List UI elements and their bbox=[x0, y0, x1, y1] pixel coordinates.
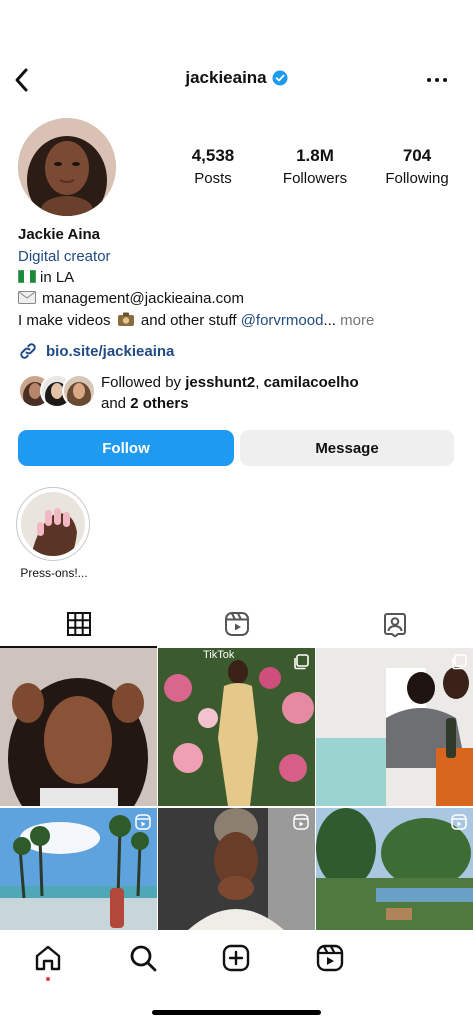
camera-emoji-icon bbox=[117, 312, 134, 326]
posts-grid: TikTok bbox=[0, 648, 473, 930]
link-icon bbox=[20, 343, 36, 359]
post-4-image bbox=[0, 808, 157, 930]
followers-label: Followers bbox=[282, 170, 348, 187]
grid-post-2[interactable]: TikTok bbox=[158, 648, 315, 806]
bio-more-link[interactable]: more bbox=[340, 312, 374, 329]
bio-email: management@jackieaina.com bbox=[18, 290, 244, 307]
carousel-icon bbox=[294, 654, 309, 670]
tab-tagged[interactable] bbox=[316, 602, 473, 646]
location-text: in LA bbox=[40, 269, 75, 286]
grid-post-6[interactable] bbox=[316, 808, 473, 930]
bio-ellipsis: ... bbox=[323, 312, 336, 329]
profile-username-header: jackieaina bbox=[0, 68, 473, 88]
followed-by-sep: , bbox=[255, 374, 264, 391]
reel-icon bbox=[135, 814, 151, 830]
tiktok-overlay-text: TikTok bbox=[203, 649, 235, 661]
home-icon[interactable] bbox=[32, 942, 64, 974]
following-count: 704 bbox=[402, 146, 432, 165]
bio-text: I make videos and other stuff @forvrmood… bbox=[18, 311, 374, 329]
bottom-navigation bbox=[0, 930, 473, 1024]
display-name: Jackie Aina bbox=[18, 226, 100, 243]
home-notification-dot bbox=[46, 977, 50, 981]
bio-prefix: I make videos bbox=[18, 312, 111, 329]
bio-mid: and other stuff bbox=[140, 312, 237, 329]
grid-post-4[interactable] bbox=[0, 808, 157, 930]
nigeria-flag-icon bbox=[18, 270, 36, 283]
search-icon[interactable] bbox=[127, 942, 159, 974]
reel-icon bbox=[451, 814, 467, 830]
posts-label: Posts bbox=[194, 170, 232, 187]
highlight-photo bbox=[21, 492, 85, 556]
email-text[interactable]: management@jackieaina.com bbox=[42, 290, 244, 307]
grid-icon bbox=[66, 612, 91, 636]
bio-link-text: bio.site/jackieaina bbox=[46, 342, 175, 360]
bio-link[interactable]: bio.site/jackieaina bbox=[18, 342, 174, 360]
following-label: Following bbox=[385, 170, 449, 187]
post-2-image: TikTok bbox=[158, 648, 315, 806]
verified-badge-icon bbox=[272, 70, 288, 86]
reels-nav-icon[interactable] bbox=[314, 942, 346, 974]
following-stat[interactable]: 704 Following bbox=[374, 146, 460, 187]
post-1-image bbox=[0, 648, 157, 806]
followed-by-prefix: Followed by bbox=[101, 374, 186, 391]
highlight-label: Press-ons!... bbox=[20, 566, 88, 580]
message-button[interactable]: Message bbox=[240, 430, 454, 466]
grid-post-5[interactable] bbox=[158, 808, 315, 930]
followed-by-text[interactable]: Followed by jesshunt2, camilacoelho and … bbox=[101, 372, 359, 414]
more-options-icon[interactable] bbox=[425, 70, 449, 90]
post-6-image bbox=[316, 808, 473, 930]
envelope-icon bbox=[18, 291, 36, 304]
profile-tabs bbox=[0, 602, 473, 648]
reels-tab-icon bbox=[224, 612, 249, 636]
profile-category: Digital creator bbox=[18, 248, 111, 265]
post-5-image bbox=[158, 808, 315, 930]
posts-count: 4,538 bbox=[191, 146, 235, 165]
followers-stat[interactable]: 1.8M Followers bbox=[272, 146, 358, 187]
home-indicator bbox=[152, 1010, 321, 1015]
mutual-user-1: jesshunt2 bbox=[185, 374, 256, 391]
carousel-icon bbox=[452, 654, 467, 670]
bio-mention-link[interactable]: @forvrmood bbox=[241, 312, 324, 329]
grid-post-1[interactable] bbox=[0, 648, 157, 806]
followed-by-and: and bbox=[101, 395, 131, 412]
avatar-photo bbox=[18, 118, 116, 216]
profile-avatar[interactable] bbox=[18, 118, 116, 216]
mutual-user-2: camilacoelho bbox=[263, 374, 359, 391]
posts-stat: 4,538 Posts bbox=[170, 146, 256, 187]
highlight-cover[interactable] bbox=[21, 492, 85, 556]
grid-post-3[interactable] bbox=[316, 648, 473, 806]
tagged-icon bbox=[383, 613, 406, 637]
username-text: jackieaina bbox=[185, 68, 267, 87]
bio-location: in LA bbox=[18, 269, 74, 286]
create-post-icon[interactable] bbox=[220, 942, 252, 974]
followed-by-others: 2 others bbox=[130, 395, 189, 412]
tab-grid[interactable] bbox=[0, 602, 157, 646]
mutual-avatar-3 bbox=[62, 374, 96, 408]
post-3-image bbox=[316, 648, 473, 806]
followers-count: 1.8M bbox=[296, 146, 334, 165]
follow-button[interactable]: Follow bbox=[18, 430, 234, 466]
profile-stats: 4,538 Posts 1.8M Followers 704 Following bbox=[170, 146, 460, 187]
tab-reels[interactable] bbox=[158, 602, 315, 646]
mutual-followers-avatars[interactable] bbox=[18, 372, 98, 408]
reel-icon bbox=[293, 814, 309, 830]
